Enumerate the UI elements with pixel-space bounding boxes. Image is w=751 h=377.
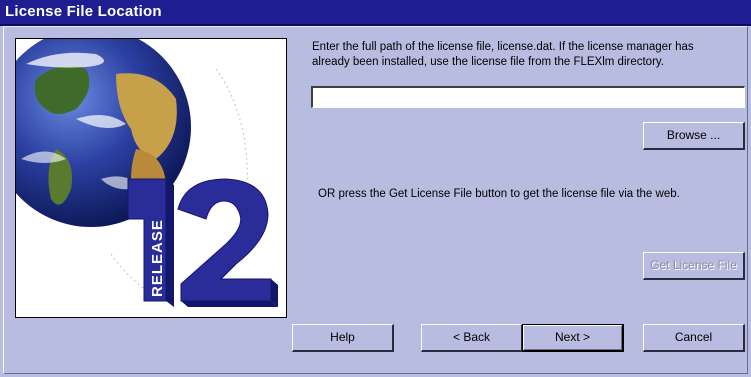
instructions: Enter the full path of the license file,… [312, 40, 742, 70]
release-12-logo: RELEASE [127, 178, 278, 307]
help-button[interactable]: Help [292, 324, 394, 352]
next-button[interactable]: Next > [522, 324, 624, 352]
back-button[interactable]: < Back [421, 324, 523, 352]
or-instruction-text: OR press the Get License File button to … [318, 188, 680, 200]
cancel-button-label: Cancel [674, 330, 713, 344]
window-title: License File Location [5, 3, 162, 20]
back-button-label: < Back [452, 330, 491, 344]
globe-release-logo: RELEASE [16, 39, 278, 307]
get-license-file-button[interactable]: Get License File [643, 252, 745, 280]
next-button-label: Next > [554, 330, 590, 344]
browse-button[interactable]: Browse ... [643, 122, 745, 150]
instructions-line-2: already been installed, use the license … [312, 56, 664, 68]
help-button-label: Help [330, 330, 355, 344]
browse-button-label: Browse ... [666, 128, 721, 142]
release-artwork: RELEASE [15, 38, 287, 318]
cancel-button[interactable]: Cancel [643, 324, 745, 352]
title-bar: License File Location [0, 0, 751, 26]
get-license-file-label: Get License File [650, 258, 737, 272]
instructions-line-1: Enter the full path of the license file,… [312, 41, 694, 53]
release-word: RELEASE [149, 219, 166, 297]
license-path-input[interactable] [311, 86, 745, 108]
